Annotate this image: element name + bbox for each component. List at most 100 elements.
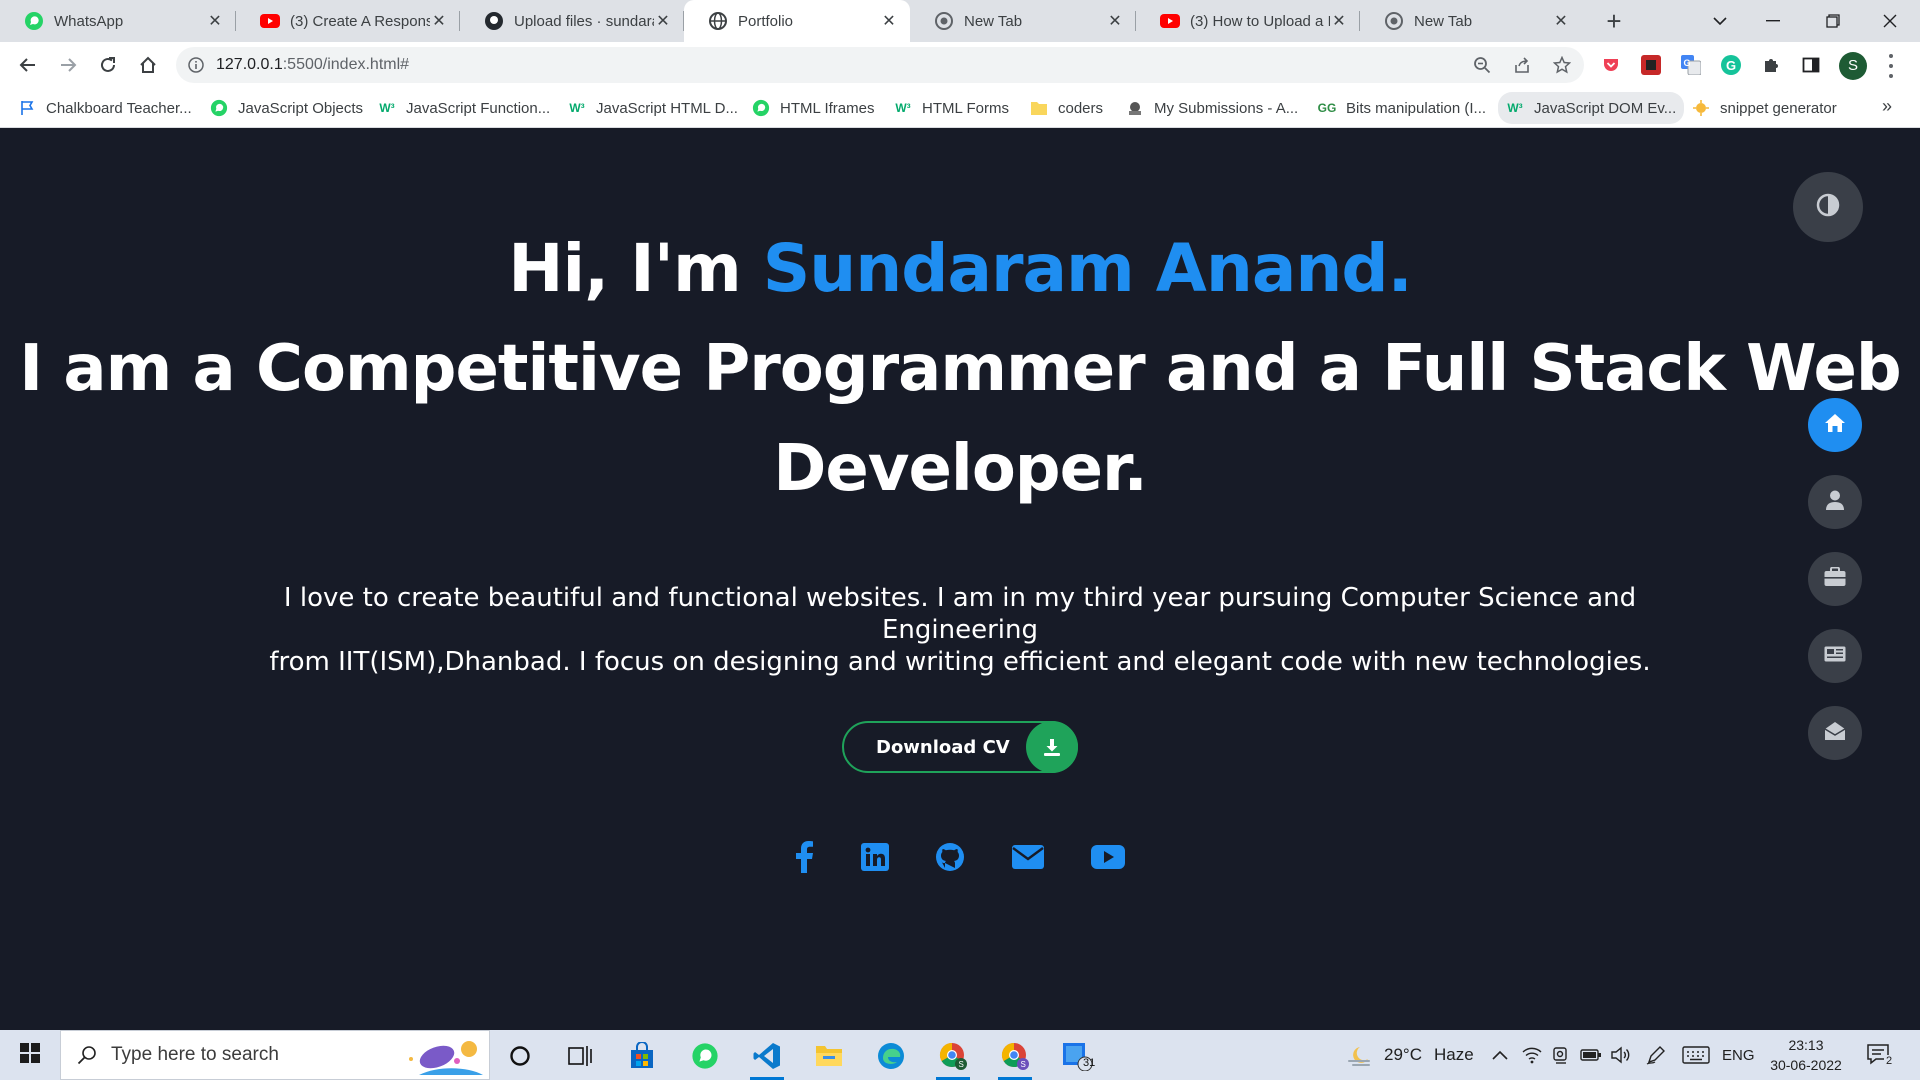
tab-title: WhatsApp	[54, 12, 124, 30]
w3schools-icon: W³	[1507, 101, 1523, 115]
nav-about-button[interactable]	[1808, 475, 1862, 529]
tab-whatsapp[interactable]: WhatsApp ✕	[0, 0, 236, 42]
red-extension-icon[interactable]	[1638, 52, 1664, 78]
whatsapp-icon	[210, 99, 228, 117]
menu-kebab-icon[interactable]	[1886, 51, 1896, 81]
chrome-profile-1-icon[interactable]: S	[928, 1035, 978, 1080]
new-tab-button[interactable]: +	[1598, 6, 1630, 36]
close-icon[interactable]: ✕	[1330, 11, 1348, 31]
notification-center-icon[interactable]: 2	[1866, 1030, 1895, 1080]
windows-start-button[interactable]	[0, 1030, 60, 1080]
bookmark-item[interactable]: W³ JavaScript DOM Ev...	[1498, 92, 1685, 124]
envelope-icon[interactable]	[1008, 837, 1048, 877]
folder-icon	[1030, 99, 1048, 117]
close-icon[interactable]: ✕	[880, 11, 898, 31]
linkedin-icon[interactable]	[855, 837, 895, 877]
battery-icon[interactable]	[1580, 1030, 1602, 1080]
w3schools-icon: W³	[895, 101, 911, 115]
weather-widget[interactable]: 29°C Haze	[1346, 1030, 1474, 1080]
chrome-profile-2-icon[interactable]: S	[990, 1035, 1040, 1080]
github-icon[interactable]	[930, 837, 970, 877]
nav-home-button[interactable]	[1808, 398, 1862, 452]
hero-tagline: I am a Competitive Programmer and a Full…	[19, 332, 1901, 506]
youtube-icon	[260, 11, 280, 31]
bookmark-item[interactable]: W³ HTML Forms	[894, 88, 1009, 128]
bookmark-item[interactable]: W³ JavaScript HTML D...	[568, 88, 738, 128]
bookmark-item[interactable]: My Submissions - A...	[1126, 88, 1298, 128]
bookmarks-overflow-button[interactable]: »	[1882, 96, 1892, 117]
touch-keyboard-icon[interactable]	[1682, 1030, 1710, 1080]
theme-toggle-button[interactable]	[1793, 172, 1863, 242]
input-language[interactable]: ENG	[1722, 1030, 1755, 1080]
bookmark-star-icon[interactable]	[1544, 47, 1580, 83]
zoom-icon[interactable]	[1464, 47, 1500, 83]
grammarly-icon[interactable]: G	[1718, 52, 1744, 78]
home-button[interactable]	[132, 49, 164, 81]
tab-new-tab-2[interactable]: New Tab ✕	[1360, 0, 1582, 42]
tab-search-chevron-icon[interactable]	[1690, 0, 1750, 42]
network-icon[interactable]	[1522, 1030, 1542, 1080]
edge-icon[interactable]	[866, 1035, 916, 1077]
side-panel-icon[interactable]	[1798, 52, 1824, 78]
share-icon[interactable]	[1504, 47, 1540, 83]
tab-title: (3) How to Upload a F	[1190, 12, 1330, 30]
tab-youtube-1[interactable]: (3) Create A Responsi ✕	[236, 0, 460, 42]
facebook-icon[interactable]	[784, 837, 824, 877]
close-icon[interactable]: ✕	[654, 11, 672, 31]
about-text: I love to create beautiful and functiona…	[269, 583, 1651, 677]
close-icon[interactable]: ✕	[206, 11, 224, 31]
minimize-button[interactable]	[1743, 0, 1803, 42]
globe-icon	[708, 11, 728, 31]
close-window-button[interactable]	[1860, 0, 1920, 42]
close-icon[interactable]: ✕	[1552, 11, 1570, 31]
file-explorer-icon[interactable]	[804, 1035, 854, 1077]
google-translate-icon[interactable]: G	[1678, 52, 1704, 78]
chrome-icon	[1384, 11, 1404, 31]
profile-avatar[interactable]: S	[1839, 52, 1867, 80]
download-cv-button[interactable]: Download CV	[842, 721, 1078, 773]
taskbar-clock[interactable]: 23:13 30-06-2022	[1766, 1035, 1846, 1075]
taskbar-search-box[interactable]: Type here to search	[60, 1030, 490, 1080]
volume-icon[interactable]	[1610, 1030, 1632, 1080]
windows-taskbar: Type here to search S S 31 29°C Haze ENG…	[0, 1030, 1920, 1080]
bookmark-item[interactable]: Chalkboard Teacher...	[18, 88, 192, 128]
bookmark-item[interactable]: snippet generator	[1692, 88, 1837, 128]
tab-youtube-2[interactable]: (3) How to Upload a F ✕	[1136, 0, 1360, 42]
bookmark-item[interactable]: HTML Iframes	[752, 88, 874, 128]
address-bar[interactable]: 127.0.0.1:5500/index.html#	[176, 47, 1584, 83]
nav-blogs-button[interactable]	[1808, 629, 1862, 683]
reload-button[interactable]	[92, 49, 124, 81]
tab-portfolio[interactable]: Portfolio ✕	[684, 0, 910, 42]
bookmark-item[interactable]: JavaScript Objects	[210, 88, 363, 128]
bookmark-item[interactable]: GG Bits manipulation (I...	[1318, 88, 1486, 128]
hero-greeting: Hi, I'm Sundaram Anand.	[508, 230, 1412, 307]
close-icon[interactable]: ✕	[430, 11, 448, 31]
bookmark-item[interactable]: W³ JavaScript Function...	[378, 88, 550, 128]
cortana-icon[interactable]	[495, 1035, 545, 1077]
vscode-icon[interactable]	[742, 1035, 792, 1080]
microsoft-store-icon[interactable]	[617, 1035, 667, 1077]
info-icon[interactable]	[176, 57, 216, 73]
pen-workspace-icon[interactable]	[1646, 1030, 1666, 1080]
search-placeholder: Type here to search	[111, 1044, 279, 1065]
close-icon[interactable]: ✕	[1106, 11, 1124, 31]
back-button[interactable]	[12, 49, 44, 81]
meet-now-icon[interactable]	[1552, 1030, 1570, 1080]
calendar-app-icon[interactable]: 31	[1052, 1035, 1102, 1077]
restore-button[interactable]	[1803, 0, 1863, 42]
bookmark-folder[interactable]: coders	[1030, 88, 1103, 128]
windows-logo-icon	[20, 1042, 40, 1068]
download-icon	[1026, 721, 1078, 773]
tab-title: (3) Create A Responsi	[290, 12, 430, 30]
pocket-extension-icon[interactable]	[1598, 52, 1624, 78]
tab-github[interactable]: Upload files · sundara ✕	[460, 0, 684, 42]
whatsapp-icon[interactable]	[680, 1035, 730, 1077]
extensions-puzzle-icon[interactable]	[1758, 52, 1784, 78]
show-hidden-icons-chevron-icon[interactable]	[1492, 1030, 1508, 1080]
tab-new-tab-1[interactable]: New Tab ✕	[910, 0, 1136, 42]
task-view-icon[interactable]	[555, 1035, 605, 1077]
youtube-icon[interactable]	[1088, 837, 1128, 877]
nav-portfolio-button[interactable]	[1808, 552, 1862, 606]
nav-contact-button[interactable]	[1808, 706, 1862, 760]
forward-button[interactable]	[52, 49, 84, 81]
